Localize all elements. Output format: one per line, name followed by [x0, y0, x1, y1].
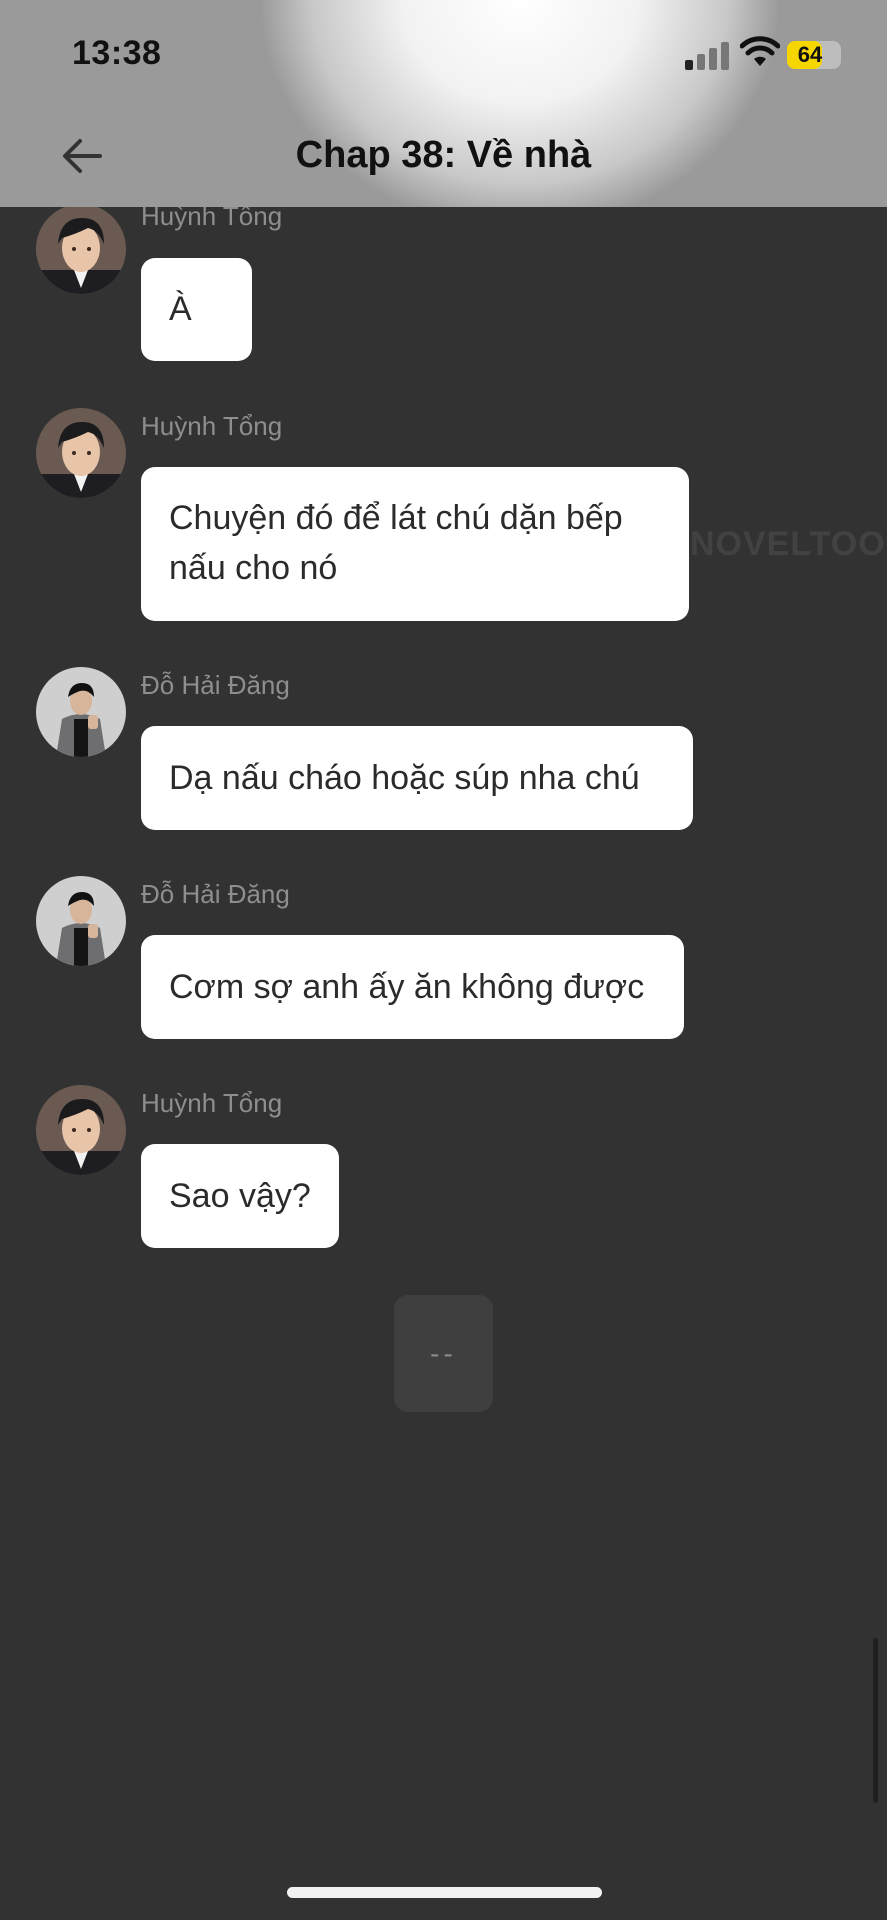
sender-name: Huỳnh Tổng	[141, 207, 283, 231]
message-bubble: Cơm sợ anh ấy ăn không được	[141, 935, 684, 1039]
sender-name: Đỗ Hải Đăng	[141, 879, 290, 909]
cellular-signal-icon	[685, 40, 729, 70]
avatar-do-hai-dang[interactable]	[36, 876, 126, 966]
battery-icon: 64	[787, 41, 841, 69]
message-text: Dạ nấu cháo hoặc súp nha chú	[169, 759, 640, 797]
message-bubble: À	[141, 258, 252, 361]
scrollbar[interactable]	[873, 1638, 878, 1803]
message-bubble: Chuyện đó để lát chú dặn bếp nấu cho nó	[141, 467, 689, 621]
sender-name: Đỗ Hải Đăng	[141, 670, 290, 700]
battery-tip	[843, 50, 847, 61]
sender-name: Huỳnh Tổng	[141, 411, 283, 441]
avatar-do-hai-dang[interactable]	[36, 667, 126, 757]
avatar-huynh-tong[interactable]	[36, 1085, 126, 1175]
loading-indicator: --	[394, 1295, 493, 1412]
message-text-line: nấu cho nó	[169, 549, 338, 587]
status-time: 13:38	[72, 34, 162, 72]
message-bubble: Sao vậy?	[141, 1144, 339, 1248]
page-title: Chap 38: Về nhà	[295, 134, 592, 176]
wifi-icon	[740, 36, 780, 66]
chat-list[interactable]: NOVELTOON Huỳnh Tổng À	[0, 207, 887, 1920]
message-text: À	[169, 290, 192, 328]
message-bubble: Dạ nấu cháo hoặc súp nha chú	[141, 726, 693, 830]
sender-name: Huỳnh Tổng	[141, 1088, 283, 1118]
top-bar: 13:38 64 Chap 38: Về nhà	[0, 0, 887, 207]
message-text: Sao vậy?	[169, 1177, 311, 1215]
home-indicator[interactable]	[287, 1887, 602, 1898]
message-text-line: Chuyện đó để lát chú dặn bếp	[169, 499, 623, 537]
watermark: NOVELTOON	[690, 525, 887, 563]
avatar-huynh-tong[interactable]	[36, 408, 126, 498]
avatar-huynh-tong[interactable]	[36, 207, 126, 294]
message-text: Cơm sợ anh ấy ăn không được	[169, 968, 645, 1006]
battery-level: 64	[797, 42, 823, 67]
